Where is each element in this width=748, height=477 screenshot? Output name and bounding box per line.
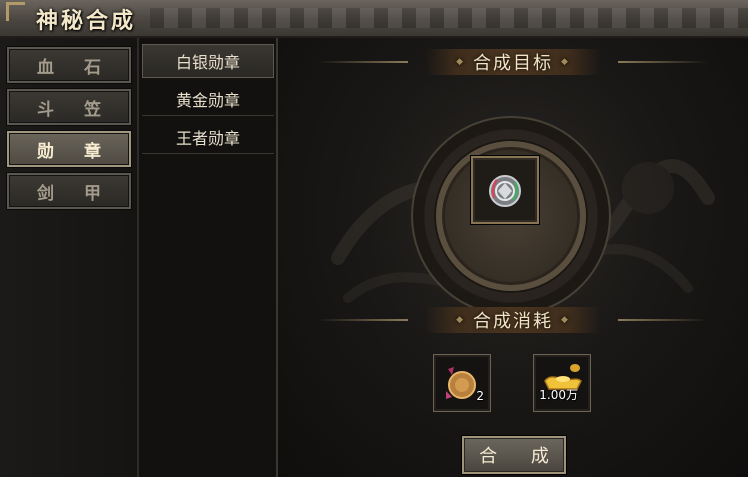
target-item-slot[interactable]: [471, 156, 539, 224]
tab-medal[interactable]: 勋 章: [7, 131, 131, 167]
cost-item-slot[interactable]: 2: [433, 354, 491, 412]
corner-ornament-icon: [6, 2, 25, 21]
silver-medal-icon: [489, 175, 521, 207]
title-bar: 神秘合成: [0, 0, 748, 38]
cost-money-slot[interactable]: 1.00万: [533, 354, 591, 412]
medal-list: 白银勋章 黄金勋章 王者勋章: [139, 38, 278, 477]
list-item-silver-medal[interactable]: 白银勋章: [142, 44, 274, 78]
category-tabs: 血 石 斗 笠 勋 章 剑 甲: [0, 38, 139, 477]
target-header: 合成目标: [278, 47, 748, 77]
tab-bamboo-hat[interactable]: 斗 笠: [7, 89, 131, 125]
target-title: 合成目标: [426, 49, 600, 75]
header-divider-right: [618, 61, 708, 63]
synthesize-button[interactable]: 合 成: [462, 436, 566, 474]
cost-item-quantity: 2: [476, 389, 484, 403]
cost-title: 合成消耗: [426, 307, 600, 333]
header-divider-left: [318, 61, 408, 63]
synthesis-panel: 合成目标 合成消耗 2 1.00万 合: [278, 38, 748, 477]
cost-money-amount: 1.00万: [539, 388, 578, 402]
cost-header: 合成消耗: [278, 305, 748, 335]
header-divider-left: [318, 319, 408, 321]
tab-blood-stone[interactable]: 血 石: [7, 47, 131, 83]
tab-sword-armor[interactable]: 剑 甲: [7, 173, 131, 209]
list-item-king-medal[interactable]: 王者勋章: [142, 120, 274, 154]
list-item-gold-medal[interactable]: 黄金勋章: [142, 82, 274, 116]
window-title: 神秘合成: [36, 8, 137, 34]
header-divider-right: [618, 319, 708, 321]
